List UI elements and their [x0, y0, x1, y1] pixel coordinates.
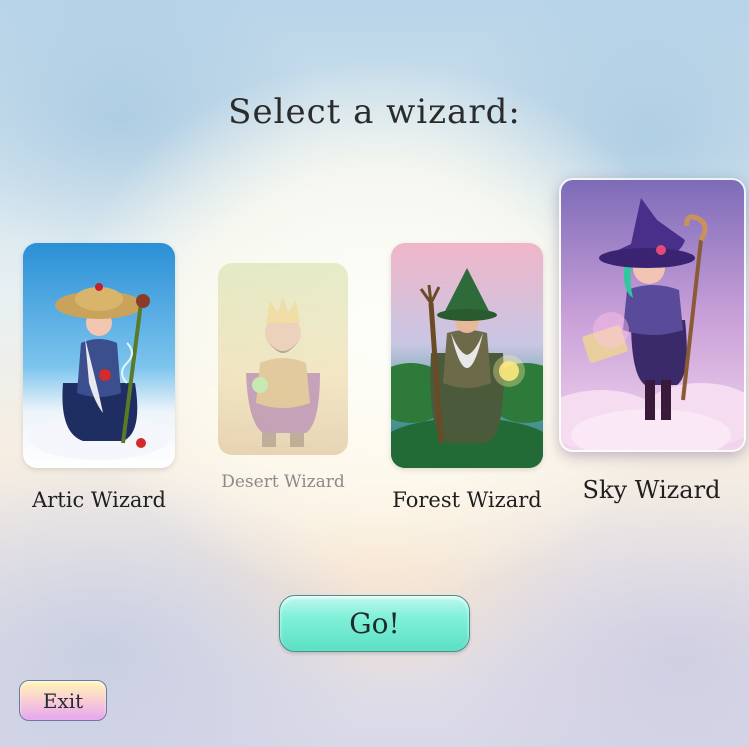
sky-wizard-portrait-icon [561, 180, 744, 450]
exit-button[interactable]: Exit [19, 680, 107, 721]
screen-title: Select a wizard: [228, 92, 521, 132]
wizard-label-artic: Artic Wizard [32, 488, 166, 512]
wizard-card-desert [218, 263, 348, 455]
wizard-label-desert: Desert Wizard [221, 472, 345, 492]
wizard-card-artic[interactable] [23, 243, 175, 468]
artic-wizard-portrait-icon [23, 243, 175, 468]
wizard-label-forest: Forest Wizard [392, 488, 542, 512]
desert-wizard-portrait-icon [218, 263, 348, 455]
wizard-label-sky: Sky Wizard [582, 476, 721, 504]
wizard-card-sky[interactable] [559, 178, 746, 452]
wizard-card-forest[interactable] [391, 243, 543, 468]
forest-wizard-portrait-icon [391, 243, 543, 468]
go-button[interactable]: Go! [279, 595, 470, 652]
